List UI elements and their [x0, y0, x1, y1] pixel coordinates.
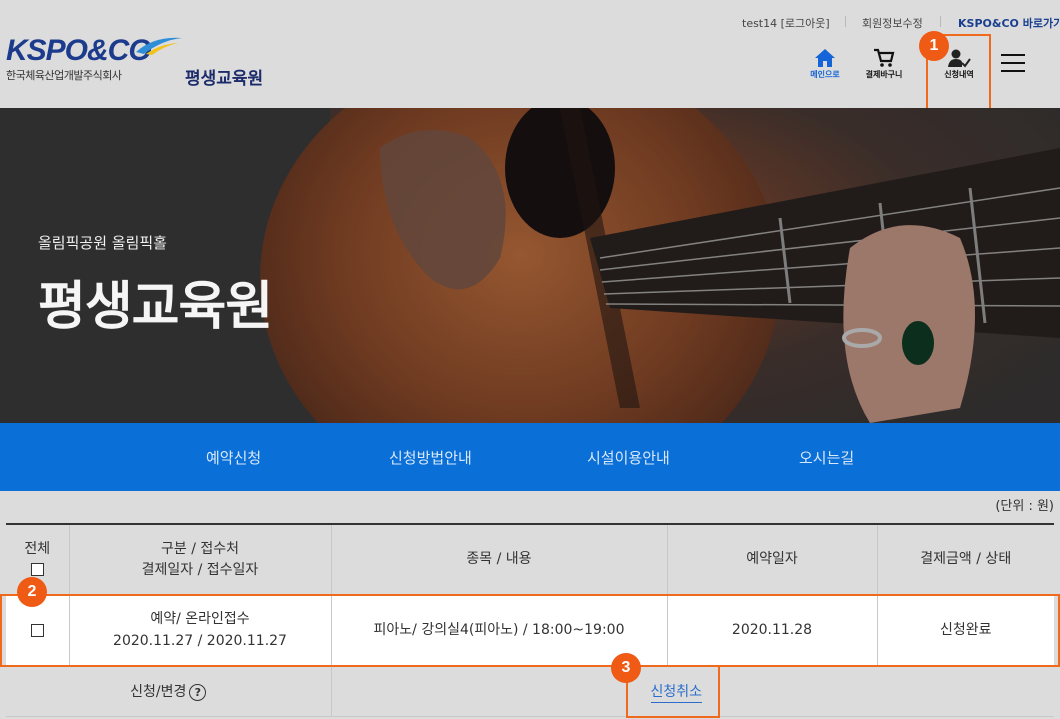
page: test14 [로그아웃] 회원정보수정 KSPO&CO 바로가기 KSPO&C… [0, 0, 1060, 719]
banner-title: 평생교육원 [38, 277, 273, 337]
kspo-shortcut-link[interactable]: KSPO&CO 바로가기 [958, 15, 1060, 31]
menu-directions[interactable]: 오시는길 [799, 447, 854, 468]
logout-link[interactable]: test14 [로그아웃] [742, 15, 830, 31]
header-type-line1: 구분 / 접수처 [160, 540, 240, 557]
hero-banner: 올림픽공원 올림픽홀 평생교육원 [0, 108, 1060, 423]
home-label: 메인으로 [810, 70, 840, 79]
home-button[interactable]: 메인으로 [795, 48, 855, 80]
header-all-label: 전체 [24, 540, 51, 557]
highlight-row [0, 594, 1060, 667]
logo-company-name: 한국체육산업개발주식회사 [6, 69, 122, 82]
help-icon[interactable]: ? [189, 683, 207, 701]
site-title[interactable]: 평생교육원 [185, 64, 263, 89]
divider [940, 16, 941, 27]
kspo-logo[interactable]: KSPO&CO 한국체육산업개발주식회사 [6, 30, 182, 90]
apply-change-label: 신청/변경 [130, 684, 187, 700]
banner-subtitle: 올림픽공원 올림픽홀 [38, 234, 167, 252]
step-badge-1: 1 [919, 31, 949, 61]
divider [845, 16, 846, 27]
logo-wordmark: KSPO&CO [6, 34, 152, 67]
header-item: 종목 / 내용 [331, 524, 668, 595]
menu-facility-guide[interactable]: 시설이용안내 [587, 447, 670, 468]
cart-icon [874, 48, 895, 67]
home-icon [815, 49, 835, 67]
cart-label: 결제바구니 [865, 70, 903, 79]
header-type: 구분 / 접수처 결제일자 / 접수일자 [69, 524, 332, 595]
application-history-section: (단위 : 원) 전체 구분 / 접수처 결제일자 / 접수일자 종목 / 내용… [0, 491, 1060, 719]
table-header-row: 전체 구분 / 접수처 결제일자 / 접수일자 종목 / 내용 예약일자 결제금… [6, 524, 1054, 595]
menu-how-to-apply[interactable]: 신청방법안내 [389, 447, 472, 468]
header-type-line2: 결제일자 / 접수일자 [141, 561, 259, 578]
action-label-cell: 신청/변경? [6, 665, 332, 717]
cart-button[interactable]: 결제바구니 [854, 48, 914, 80]
logo-swoosh-icon [136, 37, 182, 55]
action-row: 신청/변경? 신청취소 [6, 665, 1054, 717]
menu-icon[interactable] [1001, 54, 1025, 74]
header-amount: 결제금액 / 상태 [877, 524, 1054, 595]
unit-label: (단위 : 원) [995, 499, 1054, 514]
main-menu: 예약신청 신청방법안내 시설이용안내 오시는길 [0, 423, 1060, 491]
step-badge-3: 3 [611, 653, 641, 683]
menu-reservation[interactable]: 예약신청 [206, 447, 261, 468]
step-badge-2: 2 [17, 577, 47, 607]
site-header: test14 [로그아웃] 회원정보수정 KSPO&CO 바로가기 KSPO&C… [0, 0, 1060, 110]
select-all-checkbox[interactable] [30, 563, 44, 576]
edit-profile-link[interactable]: 회원정보수정 [862, 15, 923, 31]
header-date: 예약일자 [667, 524, 878, 595]
